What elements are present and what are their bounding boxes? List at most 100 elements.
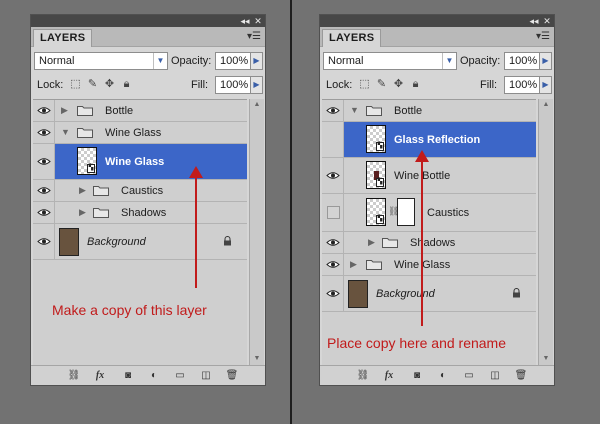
visibility-toggle[interactable] bbox=[322, 194, 344, 231]
visibility-toggle[interactable] bbox=[322, 276, 344, 311]
hidden-visibility-box-icon[interactable] bbox=[327, 206, 340, 219]
fill-slider-arrow-icon[interactable]: ▶ bbox=[251, 76, 263, 94]
tab-layers[interactable]: LAYERS bbox=[33, 29, 93, 47]
link-layers-icon[interactable]: ⛓ bbox=[356, 369, 370, 382]
trash-icon[interactable]: 🗑︎ bbox=[225, 369, 239, 382]
visibility-toggle[interactable] bbox=[322, 122, 344, 157]
lock-transparency-icon[interactable]: ⬚ bbox=[69, 78, 82, 91]
scroll-up-arrow-icon[interactable]: ▲ bbox=[539, 99, 553, 111]
visibility-toggle[interactable] bbox=[33, 144, 55, 179]
scroll-up-arrow-icon[interactable]: ▲ bbox=[250, 99, 264, 111]
blend-mode-select[interactable]: Normal ▼ bbox=[323, 52, 457, 70]
folder-icon bbox=[93, 208, 109, 218]
eye-icon[interactable] bbox=[326, 260, 340, 269]
fill-field[interactable]: 100% bbox=[504, 76, 540, 94]
visibility-toggle[interactable] bbox=[322, 232, 344, 253]
visibility-toggle[interactable] bbox=[322, 100, 344, 121]
eye-icon[interactable] bbox=[37, 128, 51, 137]
eye-icon[interactable] bbox=[326, 238, 340, 247]
annotation-text: Place copy here and rename bbox=[327, 335, 506, 351]
opacity-slider-arrow-icon[interactable]: ▶ bbox=[540, 52, 552, 70]
eye-icon[interactable] bbox=[37, 106, 51, 115]
visibility-toggle[interactable] bbox=[322, 158, 344, 193]
expand-triangle-icon[interactable]: ▶ bbox=[61, 105, 68, 116]
opacity-slider-arrow-icon[interactable]: ▶ bbox=[251, 52, 263, 70]
eye-icon[interactable] bbox=[37, 208, 51, 217]
expand-triangle-icon[interactable]: ▶ bbox=[79, 207, 86, 218]
lock-brush-icon[interactable]: ✎ bbox=[86, 78, 99, 91]
eye-icon[interactable] bbox=[37, 186, 51, 195]
close-icon[interactable]: ✕ bbox=[541, 15, 553, 27]
lock-brush-icon[interactable]: ✎ bbox=[375, 78, 388, 91]
eye-icon[interactable] bbox=[37, 157, 51, 166]
fill-field[interactable]: 100% bbox=[215, 76, 251, 94]
visibility-toggle[interactable] bbox=[33, 180, 55, 201]
eye-icon[interactable] bbox=[326, 171, 340, 180]
adjustment-layer-icon[interactable]: ◐ bbox=[147, 369, 161, 382]
dropdown-arrow-icon[interactable]: ▼ bbox=[153, 53, 167, 69]
scroll-down-arrow-icon[interactable]: ▼ bbox=[250, 353, 264, 365]
expand-triangle-icon[interactable]: ▶ bbox=[368, 237, 375, 248]
adjustment-layer-icon[interactable]: ◐ bbox=[436, 369, 450, 382]
layer-style-fx-icon[interactable]: fx bbox=[382, 369, 396, 382]
fill-slider-arrow-icon[interactable]: ▶ bbox=[540, 76, 552, 94]
visibility-toggle[interactable] bbox=[322, 254, 344, 275]
layer-row[interactable]: ▼ Wine Glass bbox=[33, 122, 247, 144]
visibility-toggle[interactable] bbox=[33, 122, 55, 143]
layer-thumbnail: ▚ bbox=[366, 125, 386, 153]
lock-position-icon[interactable]: ✥ bbox=[392, 78, 405, 91]
add-mask-icon[interactable]: ◙ bbox=[121, 369, 135, 382]
scroll-down-arrow-icon[interactable]: ▼ bbox=[539, 353, 553, 365]
lock-position-icon[interactable]: ✥ bbox=[103, 78, 116, 91]
blend-mode-value: Normal bbox=[39, 55, 75, 67]
panel-menu-icon[interactable]: ▾☰ bbox=[247, 31, 261, 43]
layer-row[interactable]: ▼ Bottle bbox=[322, 100, 536, 122]
visibility-toggle[interactable] bbox=[33, 100, 55, 121]
visibility-toggle[interactable] bbox=[33, 202, 55, 223]
panel-bottom-toolbar: ⛓ fx ◙ ◐ ▭ ◫ 🗑︎ bbox=[31, 365, 265, 385]
folder-icon bbox=[77, 106, 93, 116]
new-layer-icon[interactable]: ◫ bbox=[488, 369, 502, 382]
link-layers-icon[interactable]: ⛓ bbox=[67, 369, 81, 382]
trash-icon[interactable]: 🗑︎ bbox=[514, 369, 528, 382]
eye-icon[interactable] bbox=[326, 289, 340, 298]
lock-all-icon[interactable]: 🔒︎ bbox=[120, 78, 133, 91]
collapse-icon[interactable]: ◂◂ bbox=[239, 15, 251, 27]
lock-all-icon[interactable]: 🔒︎ bbox=[409, 78, 422, 91]
eye-icon[interactable] bbox=[326, 106, 340, 115]
layer-row[interactable]: ▶ Shadows bbox=[33, 202, 247, 224]
lock-row: Lock: ⬚ ✎ ✥ 🔒︎ Fill: 100% ▶ bbox=[31, 74, 265, 96]
new-layer-icon[interactable]: ◫ bbox=[199, 369, 213, 382]
panel-tabbar: LAYERS ▾☰ bbox=[31, 27, 265, 47]
scrollbar[interactable]: ▲ ▼ bbox=[249, 99, 264, 365]
layers-panel-left: ◂◂ ✕ LAYERS ▾☰ Normal ▼ Opacity: 100% ▶ … bbox=[30, 14, 266, 386]
layer-row[interactable]: ▶ Bottle bbox=[33, 100, 247, 122]
lock-transparency-icon[interactable]: ⬚ bbox=[358, 78, 371, 91]
collapse-triangle-icon[interactable]: ▼ bbox=[350, 105, 359, 115]
panel-menu-icon[interactable]: ▾☰ bbox=[536, 31, 550, 43]
new-group-icon[interactable]: ▭ bbox=[462, 369, 476, 382]
panel-tabbar: LAYERS ▾☰ bbox=[320, 27, 554, 47]
close-icon[interactable]: ✕ bbox=[252, 15, 264, 27]
collapse-triangle-icon[interactable]: ▼ bbox=[61, 127, 70, 137]
expand-triangle-icon[interactable]: ▶ bbox=[79, 185, 86, 196]
blend-mode-select[interactable]: Normal ▼ bbox=[34, 52, 168, 70]
layer-row[interactable]: Background bbox=[33, 224, 247, 260]
layer-row[interactable]: ▶ Caustics bbox=[33, 180, 247, 202]
opacity-field[interactable]: 100% bbox=[504, 52, 540, 70]
eye-icon[interactable] bbox=[37, 237, 51, 246]
new-group-icon[interactable]: ▭ bbox=[173, 369, 187, 382]
dropdown-arrow-icon[interactable]: ▼ bbox=[442, 53, 456, 69]
panel-bottom-toolbar: ⛓ fx ◙ ◐ ▭ ◫ 🗑︎ bbox=[320, 365, 554, 385]
opacity-field[interactable]: 100% bbox=[215, 52, 251, 70]
layer-mask-thumbnail[interactable] bbox=[397, 198, 415, 226]
add-mask-icon[interactable]: ◙ bbox=[410, 369, 424, 382]
layer-row-selected[interactable]: ▚ Wine Glass bbox=[33, 144, 247, 180]
visibility-toggle[interactable] bbox=[33, 224, 55, 259]
collapse-icon[interactable]: ◂◂ bbox=[528, 15, 540, 27]
layer-style-fx-icon[interactable]: fx bbox=[93, 369, 107, 382]
opacity-label: Opacity: bbox=[171, 55, 212, 67]
tab-layers[interactable]: LAYERS bbox=[322, 29, 382, 47]
scrollbar[interactable]: ▲ ▼ bbox=[538, 99, 553, 365]
expand-triangle-icon[interactable]: ▶ bbox=[350, 259, 357, 270]
